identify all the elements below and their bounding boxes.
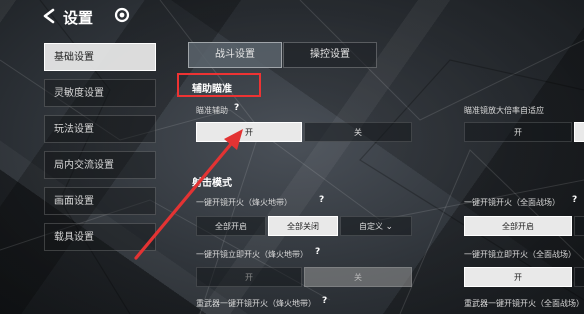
aim-assist-label: 瞄准辅助 — [196, 106, 228, 115]
heavy-weapon-help-icon[interactable]: ? — [322, 296, 327, 306]
instant-fire-help-icon[interactable]: ? — [315, 247, 320, 257]
back-chevron-icon[interactable] — [42, 8, 56, 24]
highlight-box — [177, 73, 261, 97]
sidebar-item-graphics[interactable]: 画面设置 — [44, 187, 156, 215]
instant-fire-label: 一键开镜立即开火（烽火地带） — [196, 250, 308, 259]
scope-adaptive-on-button[interactable]: 开 — [464, 122, 572, 142]
instant-fire-right-label: 一键开镜立即开火（全面战场） — [464, 250, 576, 259]
one-key-scope-label: 一键开镜开火（烽火地带） — [196, 198, 292, 207]
sidebar-item-basic[interactable]: 基础设置 — [44, 43, 156, 71]
one-key-scope-right-label: 一键开镜开火（全面战场） — [464, 198, 560, 207]
scope-adaptive-off-button[interactable] — [574, 122, 584, 142]
aim-assist-on-button[interactable]: 开 — [196, 122, 302, 142]
sidebar-item-sensitivity[interactable]: 灵敏度设置 — [44, 79, 156, 107]
one-key-scope-all-on-button[interactable]: 全部开启 — [196, 216, 266, 236]
aim-assist-off-button[interactable]: 关 — [304, 122, 412, 142]
one-key-scope-all-off-button[interactable]: 全部关闭 — [268, 216, 338, 236]
chevron-down-icon: ⌄ — [385, 222, 394, 232]
instant-fire-on-button[interactable]: 开 — [196, 267, 302, 287]
one-key-scope-custom-label: 自定义 — [358, 222, 383, 231]
tab-combat[interactable]: 战斗设置 — [188, 42, 282, 68]
one-key-scope-custom-dropdown[interactable]: 自定义 ⌄ — [340, 216, 412, 236]
aim-assist-help-icon[interactable]: ? — [234, 103, 239, 113]
instant-fire-right-on-button[interactable]: 开 — [464, 267, 572, 287]
one-key-scope-right-all-on-button[interactable]: 全部开启 — [464, 216, 572, 236]
section-title-fire-mode: 射击模式 — [192, 178, 232, 189]
instant-fire-right-off-button[interactable] — [574, 267, 584, 287]
one-key-scope-right-all-off-button[interactable] — [574, 216, 584, 236]
heavy-weapon-label: 重武器一键开镜开火（烽火地带） — [196, 299, 316, 308]
one-key-scope-help-icon[interactable]: ? — [319, 195, 324, 205]
instant-fire-off-button[interactable]: 关 — [304, 267, 412, 287]
one-key-scope-right-help-icon[interactable]: ? — [572, 195, 577, 205]
ring-logo-icon — [114, 7, 130, 23]
tab-controls[interactable]: 操控设置 — [283, 42, 377, 68]
sidebar-item-vehicle[interactable]: 载具设置 — [44, 223, 156, 251]
scope-adaptive-label: 瞄准镜放大倍率自适应 — [464, 106, 544, 115]
sidebar-item-communication[interactable]: 局内交流设置 — [44, 151, 156, 179]
heavy-weapon-right-label: 重武器一键开镜开火（全面战场） — [464, 299, 584, 308]
sidebar-item-gameplay[interactable]: 玩法设置 — [44, 115, 156, 143]
page-title: 设置 — [63, 9, 94, 27]
